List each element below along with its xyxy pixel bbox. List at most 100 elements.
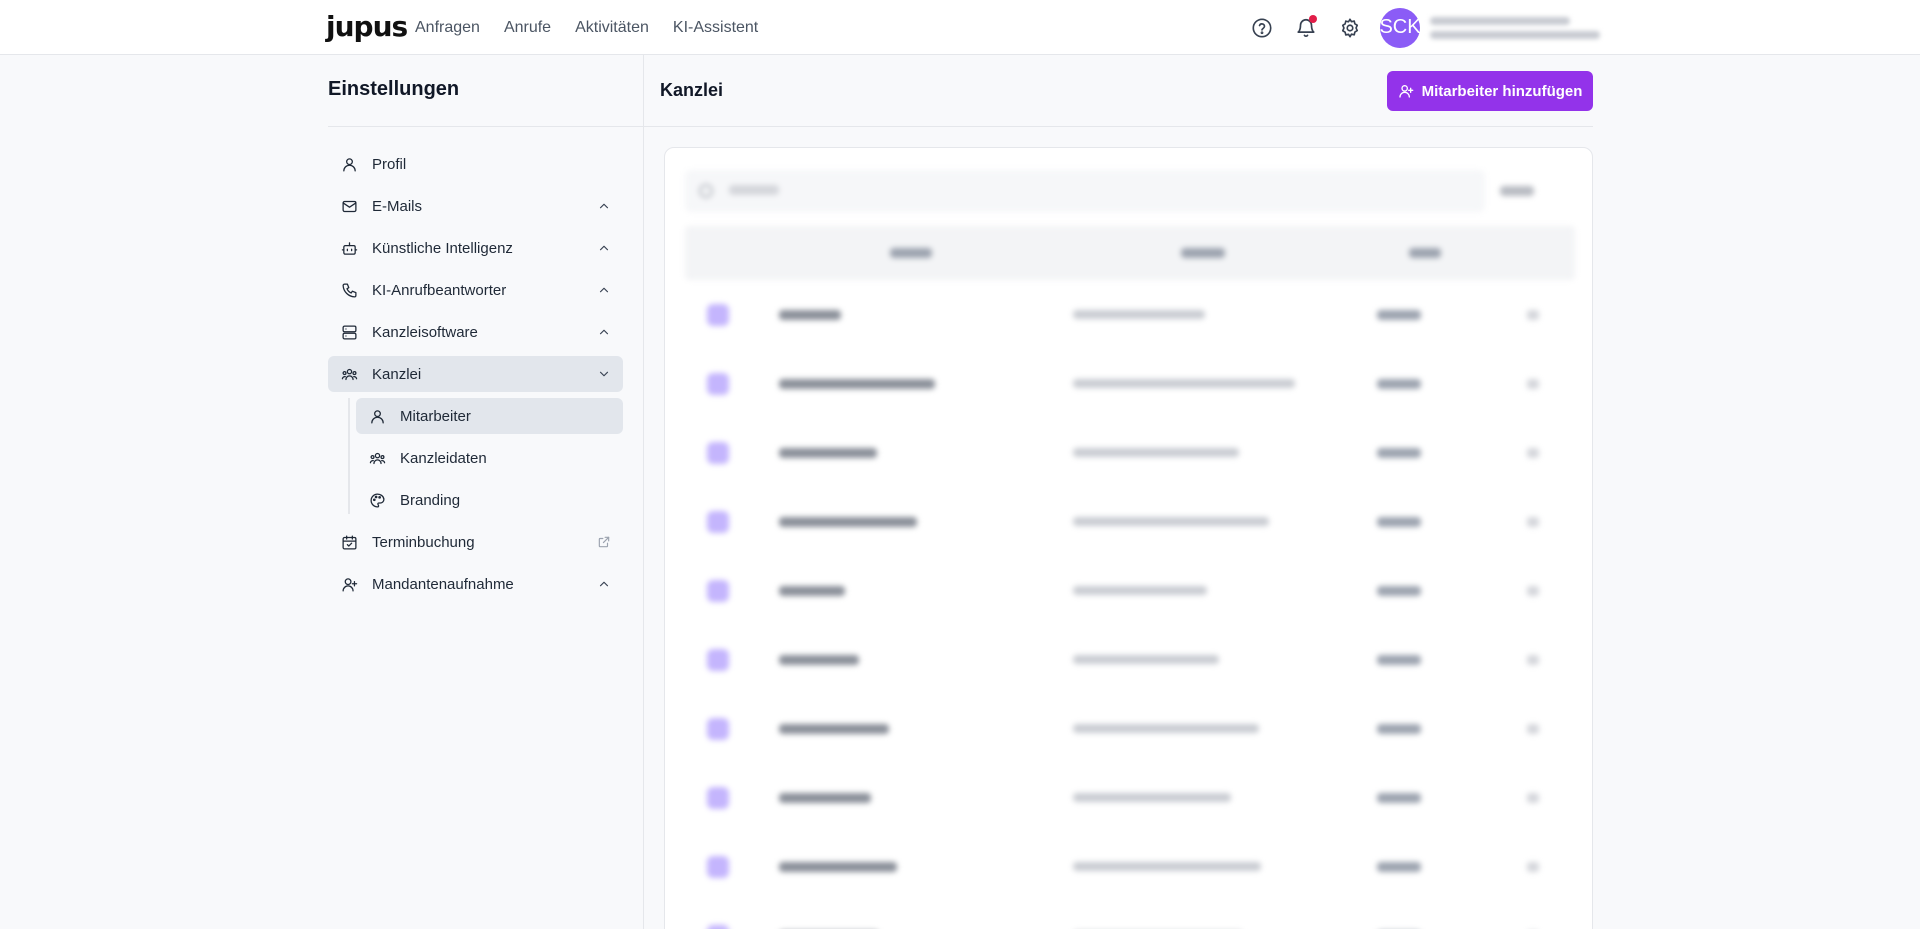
member-avatar	[707, 925, 729, 929]
sidebar-item-label: Profil	[372, 155, 407, 173]
sidebar-subitem-kanzleidaten[interactable]: Kanzleidaten	[356, 440, 623, 476]
people-icon	[368, 449, 386, 467]
table-row[interactable]	[685, 349, 1575, 418]
sidebar-item-ki-anrufbeantworter[interactable]: KI-Anrufbeantworter	[328, 272, 623, 308]
nav-anrufe[interactable]: Anrufe	[504, 19, 551, 37]
member-name	[779, 586, 845, 596]
member-email	[1073, 586, 1207, 595]
table-row[interactable]	[685, 901, 1575, 929]
sidebar-item-mandantenaufnahme[interactable]: Mandantenaufnahme	[328, 566, 623, 602]
sidebar-divider	[328, 126, 643, 127]
user-plus-icon	[1398, 85, 1413, 98]
chevron-up-icon[interactable]	[597, 577, 611, 591]
sidebar-item-label: KI-Anrufbeantworter	[372, 281, 507, 299]
main-nav: Anfragen Anrufe Aktivitäten KI-Assistent	[415, 0, 758, 55]
row-actions[interactable]	[1527, 379, 1539, 389]
sidebar-item-kanzlei[interactable]: Kanzlei	[328, 356, 623, 392]
member-name	[779, 310, 841, 320]
table-row[interactable]	[685, 763, 1575, 832]
member-role	[1377, 379, 1421, 389]
chevron-up-icon[interactable]	[597, 283, 611, 297]
external-link-icon[interactable]	[597, 535, 611, 549]
table-row[interactable]	[685, 556, 1575, 625]
member-email	[1073, 793, 1231, 802]
nav-anfragen[interactable]: Anfragen	[415, 19, 480, 37]
user-avatar[interactable]: SCK	[1379, 7, 1421, 48]
sidebar-item-emails[interactable]: E-Mails	[328, 188, 623, 224]
sidebar-item-profil[interactable]: Profil	[328, 146, 623, 182]
member-email	[1073, 655, 1219, 664]
member-role	[1377, 724, 1421, 734]
member-role	[1377, 517, 1421, 527]
sidebar-item-kuenstliche-intelligenz[interactable]: Künstliche Intelligenz	[328, 230, 623, 266]
settings-title: Einstellungen	[328, 78, 460, 100]
add-employee-button[interactable]: Mitarbeiter hinzufügen	[1387, 71, 1593, 111]
table-row[interactable]	[685, 625, 1575, 694]
sidebar-item-label: Kanzleidaten	[400, 449, 487, 467]
row-actions[interactable]	[1527, 586, 1539, 596]
notifications-button[interactable]	[1292, 14, 1320, 42]
member-name	[779, 448, 877, 458]
row-actions[interactable]	[1527, 793, 1539, 803]
search-placeholder	[729, 185, 779, 195]
row-actions[interactable]	[1527, 448, 1539, 458]
sidebar-subitem-branding[interactable]: Branding	[356, 482, 623, 518]
search-icon	[699, 184, 713, 198]
sidebar-item-terminbuchung[interactable]: Terminbuchung	[328, 524, 623, 560]
sidebar-item-label: Künstliche Intelligenz	[372, 239, 513, 257]
chevron-up-icon[interactable]	[597, 325, 611, 339]
column-header-role[interactable]	[1409, 248, 1441, 258]
member-avatar	[707, 373, 729, 395]
chevron-up-icon[interactable]	[597, 241, 611, 255]
member-avatar	[707, 580, 729, 602]
phone-icon	[340, 281, 358, 299]
nav-aktivitaeten[interactable]: Aktivitäten	[575, 19, 649, 37]
member-email	[1073, 310, 1205, 319]
sidebar-item-label: Kanzlei	[372, 365, 422, 383]
bot-icon	[340, 239, 358, 257]
sidebar-item-label: Mitarbeiter	[400, 407, 471, 425]
chevron-down-icon[interactable]	[597, 367, 611, 381]
server-icon	[340, 323, 358, 341]
table-row[interactable]	[685, 832, 1575, 901]
help-button[interactable]	[1248, 14, 1276, 42]
sidebar-item-label: E-Mails	[372, 197, 423, 215]
member-avatar	[707, 511, 729, 533]
table-row[interactable]	[685, 418, 1575, 487]
row-actions[interactable]	[1527, 310, 1539, 320]
employees-card	[664, 147, 1593, 929]
jupus-logo[interactable]: jupus	[326, 10, 408, 44]
member-role	[1377, 793, 1421, 803]
row-actions[interactable]	[1527, 517, 1539, 527]
member-role	[1377, 310, 1421, 320]
row-actions[interactable]	[1527, 655, 1539, 665]
help-circle-icon	[1252, 17, 1272, 38]
user-info-blurred[interactable]	[1430, 16, 1600, 39]
member-name	[779, 793, 871, 803]
column-header-email[interactable]	[1181, 248, 1225, 258]
chevron-up-icon[interactable]	[597, 199, 611, 213]
kanzlei-submenu: Mitarbeiter Kanzleidaten Branding	[328, 398, 623, 518]
palette-icon	[368, 491, 386, 509]
sidebar-subitem-mitarbeiter[interactable]: Mitarbeiter	[356, 398, 623, 434]
member-role	[1377, 586, 1421, 596]
search-input[interactable]	[685, 170, 1485, 212]
settings-button[interactable]	[1336, 14, 1364, 42]
gear-icon	[1341, 17, 1359, 38]
column-header-name[interactable]	[890, 248, 932, 258]
member-avatar	[707, 442, 729, 464]
row-actions[interactable]	[1527, 862, 1539, 872]
sidebar-item-kanzleisoftware[interactable]: Kanzleisoftware	[328, 314, 623, 350]
nav-ki-assistent[interactable]: KI-Assistent	[673, 19, 758, 37]
member-name	[779, 862, 897, 872]
row-actions[interactable]	[1527, 724, 1539, 734]
table-row[interactable]	[685, 487, 1575, 556]
table-row[interactable]	[685, 280, 1575, 349]
sidebar-item-label: Terminbuchung	[372, 533, 475, 551]
member-role	[1377, 448, 1421, 458]
user-icon	[368, 407, 386, 425]
member-name	[779, 379, 935, 389]
table-row[interactable]	[685, 694, 1575, 763]
member-avatar	[707, 649, 729, 671]
filter-select[interactable]	[1500, 178, 1560, 204]
